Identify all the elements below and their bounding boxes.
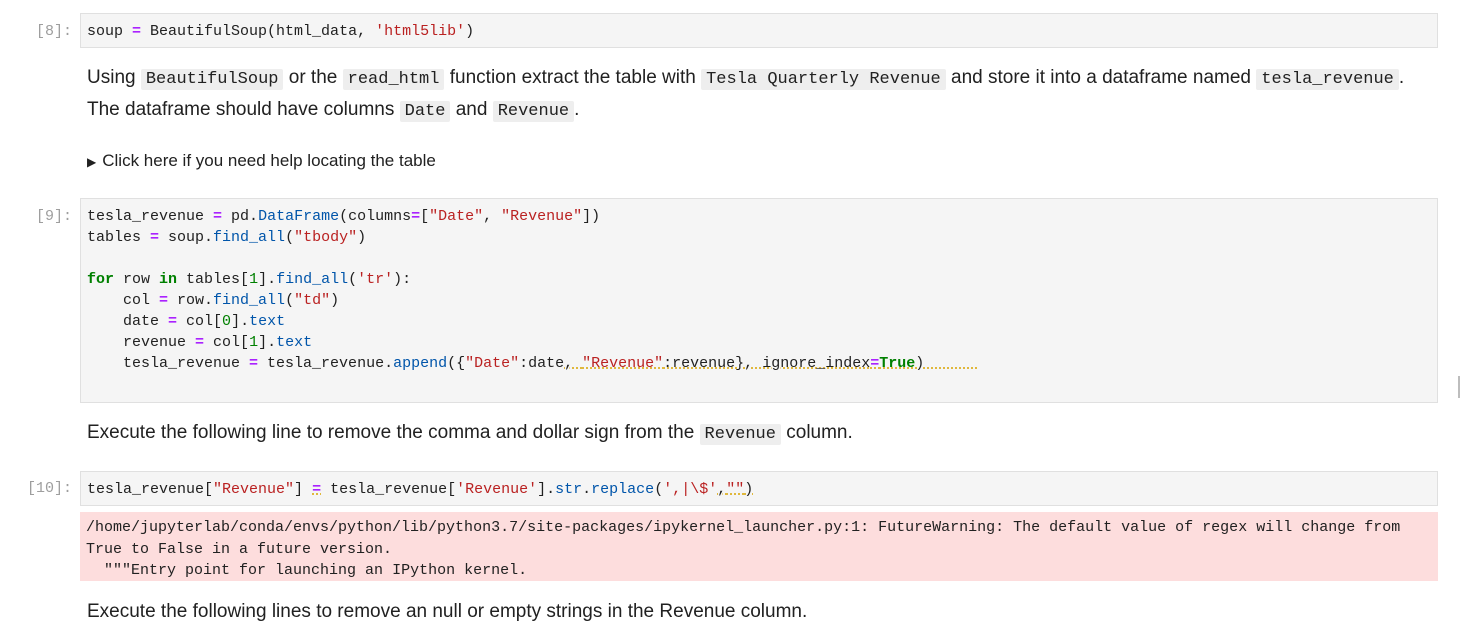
md-text: Using <box>87 67 141 88</box>
inline-code: tesla_revenue <box>1256 69 1399 90</box>
markdown-cell-remove-null: Execute the following lines to remove an… <box>87 597 1427 627</box>
code-editor[interactable]: tesla_revenue = pd.DataFrame(columns=["D… <box>80 198 1438 403</box>
md-text: Execute the following lines to remove an… <box>87 601 808 622</box>
help-details-toggle[interactable]: ▶ Click here if you need help locating th… <box>87 151 436 171</box>
warning-text: /home/jupyterlab/conda/envs/python/lib/p… <box>86 519 1410 558</box>
md-text: column. <box>780 422 853 443</box>
disclosure-triangle-icon: ▶ <box>87 155 97 169</box>
inline-code: read_html <box>342 69 445 90</box>
md-text: or the <box>283 67 343 88</box>
markdown-cell-instructions: Using BeautifulSoup or the read_html fun… <box>87 63 1427 127</box>
md-text: function extract the table with <box>444 67 702 88</box>
stderr-output: /home/jupyterlab/conda/envs/python/lib/p… <box>80 512 1438 581</box>
details-summary: Click here if you need help locating the… <box>102 151 436 170</box>
markdown-cell-remove-comma: Execute the following line to remove the… <box>87 418 1427 450</box>
inline-code: Revenue <box>492 101 575 122</box>
md-text: and store it into a dataframe named <box>945 67 1257 88</box>
md-text: and <box>450 99 493 120</box>
code-editor[interactable]: tesla_revenue["Revenue"] = tesla_revenue… <box>80 471 1438 506</box>
inline-code: Revenue <box>699 424 781 445</box>
code-editor[interactable]: soup = BeautifulSoup(html_data, 'html5li… <box>80 13 1438 48</box>
execution-count: [10]: <box>26 480 72 497</box>
md-text: . <box>574 99 580 120</box>
inline-code: Tesla Quarterly Revenue <box>701 69 946 90</box>
inline-code: BeautifulSoup <box>140 69 284 90</box>
execution-count: [8]: <box>35 23 72 40</box>
md-text: Execute the following line to remove the… <box>87 422 700 443</box>
execution-count: [9]: <box>35 208 72 225</box>
warning-text: """Entry point for launching an IPython … <box>86 562 528 579</box>
inline-code: Date <box>399 101 451 122</box>
